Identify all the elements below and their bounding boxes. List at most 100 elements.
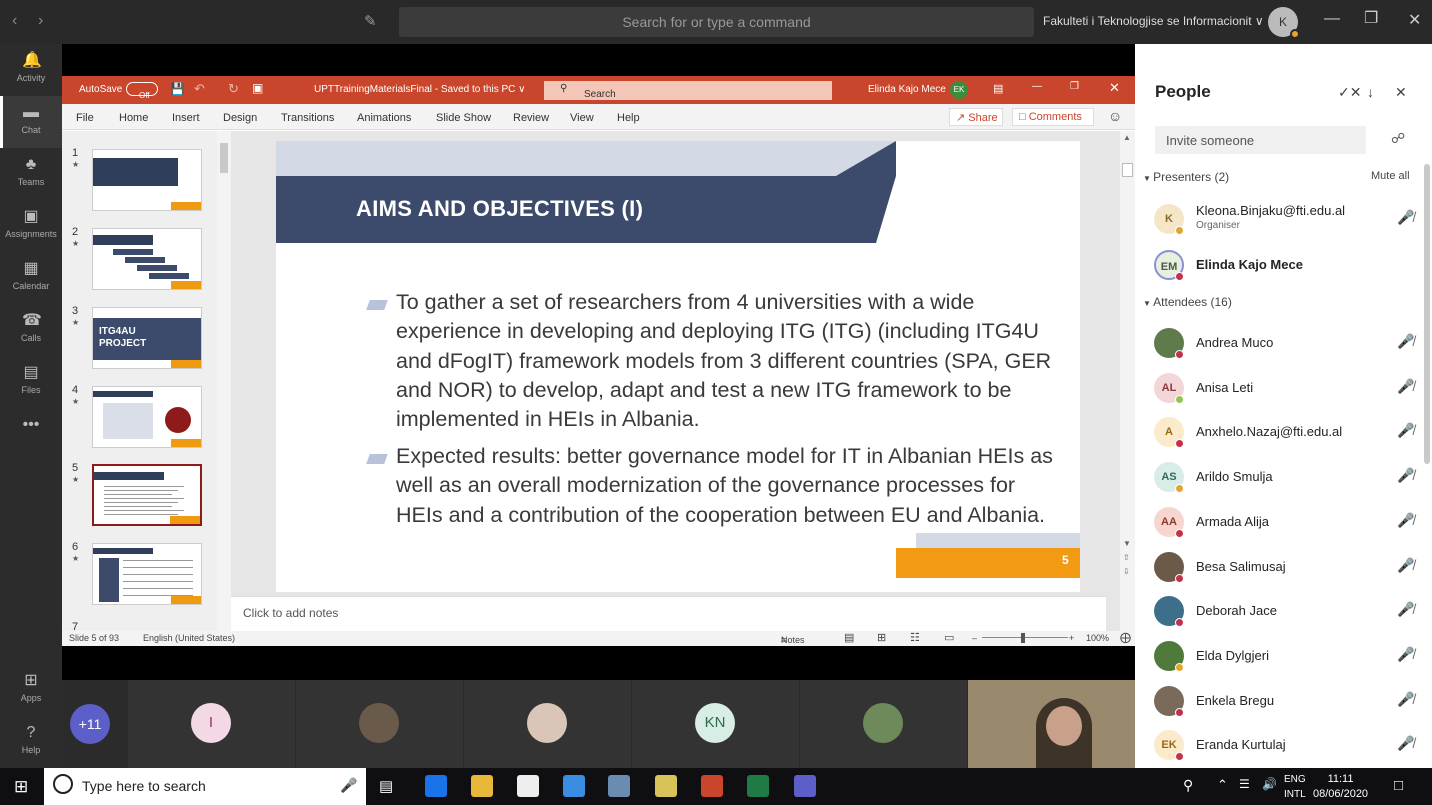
participant-video-tile[interactable]: [464, 680, 631, 768]
mic-muted-icon[interactable]: 🎤̸: [1397, 512, 1414, 529]
mic-muted-icon[interactable]: 🎤̸: [1397, 209, 1414, 226]
ribbon-tab-file[interactable]: File: [76, 112, 94, 124]
slide-thumbnail[interactable]: [92, 543, 202, 605]
slide-scrollbar[interactable]: ▲ ▼ ⇧ ⇩: [1120, 131, 1135, 631]
participant-row[interactable]: A Anxhelo.Nazaj@fti.edu.al 🎤̸: [1135, 409, 1432, 453]
volume-icon[interactable]: 🔊: [1262, 777, 1277, 791]
close-panel-icon[interactable]: ✕: [1395, 84, 1407, 101]
participant-row[interactable]: Andrea Muco 🎤̸: [1135, 320, 1432, 364]
rail-item-calls[interactable]: ☎ Calls: [0, 304, 62, 356]
participant-row[interactable]: Enkela Bregu 🎤̸: [1135, 678, 1432, 722]
invite-input[interactable]: Invite someone: [1155, 126, 1366, 154]
autosave-toggle[interactable]: Off: [126, 82, 158, 100]
store-icon[interactable]: [517, 775, 539, 797]
language-indicator[interactable]: English (United States): [143, 633, 235, 643]
rail-item-teams[interactable]: ♣ Teams: [0, 148, 62, 200]
zoom-level[interactable]: 100%: [1086, 633, 1109, 643]
participant-row[interactable]: Deborah Jace 🎤̸: [1135, 588, 1432, 632]
ribbon-tab-help[interactable]: Help: [617, 112, 640, 124]
ribbon-display-icon[interactable]: ▤: [993, 82, 1003, 95]
undo-icon[interactable]: ↶: [194, 81, 205, 97]
mic-muted-icon[interactable]: 🎤̸: [1397, 378, 1414, 395]
participant-row[interactable]: K Kleona.Binjaku@fti.edu.al Organiser 🎤̸: [1135, 196, 1432, 240]
compose-icon[interactable]: ✎: [364, 12, 377, 30]
present-icon[interactable]: ▣: [252, 81, 263, 95]
ribbon-tab-design[interactable]: Design: [223, 112, 257, 124]
download-attendance-icon[interactable]: ↓: [1367, 84, 1374, 100]
command-search-input[interactable]: Search for or type a command: [399, 7, 1034, 37]
presenters-section-header[interactable]: ▼ Presenters (2): [1143, 170, 1229, 184]
redo-icon[interactable]: ↻: [228, 81, 239, 97]
sticky-notes-icon[interactable]: [655, 775, 677, 797]
save-icon[interactable]: 💾: [170, 82, 185, 96]
mic-muted-icon[interactable]: 🎤̸: [1397, 601, 1414, 618]
mic-muted-icon[interactable]: 🎤̸: [1397, 735, 1414, 752]
close-icon[interactable]: ✕: [1408, 10, 1421, 30]
mic-muted-icon[interactable]: 🎤̸: [1397, 691, 1414, 708]
slide-thumbnail[interactable]: [92, 149, 202, 211]
file-explorer-icon[interactable]: [471, 775, 493, 797]
ribbon-tab-home[interactable]: Home: [119, 112, 148, 124]
rail-item-activity[interactable]: 🔔 Activity: [0, 44, 62, 96]
task-view-icon[interactable]: ▤: [379, 777, 393, 795]
mic-muted-icon[interactable]: 🎤̸: [1397, 646, 1414, 663]
taskbar-clock[interactable]: 11:11 08/06/2020: [1313, 772, 1368, 802]
notifications-icon[interactable]: □: [1394, 777, 1403, 794]
thumbnails-scrollbar[interactable]: [217, 131, 231, 631]
mic-muted-icon[interactable]: 🎤̸: [1397, 467, 1414, 484]
powerpoint-taskbar-icon[interactable]: [701, 775, 723, 797]
mic-muted-icon[interactable]: 🎤̸: [1397, 557, 1414, 574]
teams-taskbar-icon[interactable]: [794, 775, 816, 797]
edge-icon[interactable]: [425, 775, 447, 797]
notes-pane[interactable]: Click to add notes: [231, 596, 1106, 631]
minimize-icon[interactable]: —: [1324, 10, 1340, 28]
maximize-icon[interactable]: ❐: [1364, 8, 1378, 28]
ribbon-tab-animations[interactable]: Animations: [357, 112, 411, 124]
people-taskbar-icon[interactable]: ⚲: [1183, 777, 1193, 794]
taskbar-search-input[interactable]: Type here to search 🎤: [44, 768, 366, 805]
ribbon-tab-insert[interactable]: Insert: [172, 112, 200, 124]
input-language[interactable]: ENG INTL: [1284, 772, 1306, 802]
zoom-slider-handle[interactable]: [1021, 633, 1025, 643]
pp-close-icon[interactable]: ✕: [1109, 80, 1120, 96]
windows-start-icon[interactable]: ⊞: [14, 777, 28, 797]
slide-thumbnail[interactable]: [92, 386, 202, 448]
mute-all-button[interactable]: Mute all: [1371, 170, 1410, 182]
mic-muted-icon[interactable]: 🎤̸: [1397, 422, 1414, 439]
participant-row[interactable]: AA Armada Alija 🎤̸: [1135, 499, 1432, 543]
participant-row[interactable]: EM Elinda Kajo Mece: [1135, 242, 1432, 286]
participant-video-tile[interactable]: [296, 680, 463, 768]
tray-chevron-icon[interactable]: ⌃: [1217, 777, 1228, 793]
document-title[interactable]: UPTTrainingMaterialsFinal - Saved to thi…: [314, 84, 525, 95]
smiley-feedback-icon[interactable]: ☺: [1108, 108, 1122, 124]
copy-link-icon[interactable]: ☍: [1391, 130, 1405, 147]
mic-muted-icon[interactable]: 🎤̸: [1397, 333, 1414, 350]
slide-sorter-icon[interactable]: ⊞: [877, 631, 886, 644]
participant-video-tile[interactable]: KN: [632, 680, 799, 768]
pp-restore-icon[interactable]: ❐: [1070, 81, 1079, 92]
participant-row[interactable]: AL Anisa Leti 🎤̸: [1135, 365, 1432, 409]
rail-item-files[interactable]: ▤ Files: [0, 356, 62, 408]
fit-to-window-icon[interactable]: ⨁: [1120, 631, 1131, 644]
slideshow-view-icon[interactable]: ▭: [944, 631, 954, 644]
participant-row[interactable]: Besa Salimusaj 🎤̸: [1135, 544, 1432, 588]
network-icon[interactable]: ☰: [1239, 777, 1250, 791]
normal-view-icon[interactable]: ▤: [844, 631, 854, 644]
org-switcher[interactable]: Fakulteti i Teknologjise se Informacioni…: [1043, 14, 1264, 28]
rail-item-help[interactable]: ? Help: [0, 716, 62, 768]
zoom-in-icon[interactable]: +: [1069, 633, 1074, 643]
microphone-icon[interactable]: 🎤: [340, 777, 357, 794]
slide-thumbnail[interactable]: [92, 228, 202, 290]
rail-item-calendar[interactable]: ▦ Calendar: [0, 252, 62, 304]
forward-arrow-icon[interactable]: ›: [38, 12, 43, 30]
rail-item-assignments[interactable]: ▣ Assignments: [0, 200, 62, 252]
profile-avatar[interactable]: K: [1268, 7, 1300, 39]
request-control-icon[interactable]: ✓✕: [1338, 84, 1361, 101]
back-arrow-icon[interactable]: ‹: [12, 12, 17, 30]
participant-row[interactable]: EK Eranda Kurtulaj 🎤̸: [1135, 722, 1432, 766]
participant-video-tile[interactable]: [800, 680, 967, 768]
mail-icon[interactable]: [563, 775, 585, 797]
user-avatar[interactable]: EK: [950, 81, 968, 99]
share-button[interactable]: ↗ Share: [949, 108, 1003, 126]
3d-viewer-icon[interactable]: [608, 775, 630, 797]
